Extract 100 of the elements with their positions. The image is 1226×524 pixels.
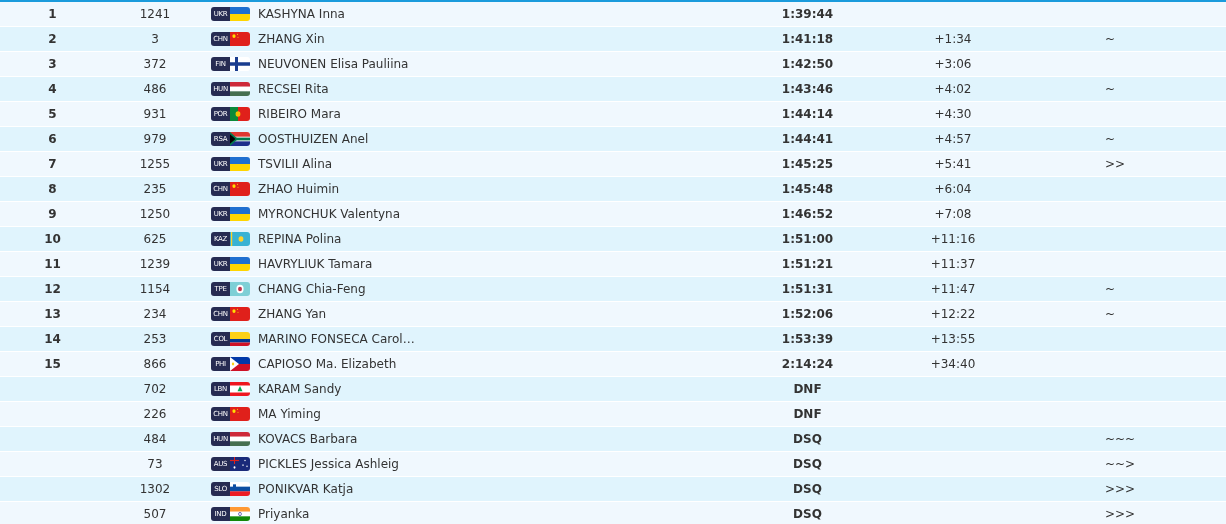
- athlete-name[interactable]: ZHANG Xin: [258, 32, 325, 46]
- bib-cell: 1239: [139, 257, 171, 271]
- shooting-cell: ~: [1105, 307, 1116, 321]
- athlete-name[interactable]: RIBEIRO Mara: [258, 107, 341, 121]
- flag-icon: [230, 432, 250, 446]
- shooting-cell: ~: [1105, 132, 1116, 146]
- flag-icon: [230, 457, 250, 471]
- flag-icon: [230, 7, 250, 21]
- rank-cell: 12: [44, 282, 61, 296]
- athlete-name[interactable]: MYRONCHUK Valentyna: [258, 207, 401, 221]
- athlete-name[interactable]: KARAM Sandy: [258, 382, 342, 396]
- behind-cell: +4:57: [934, 132, 972, 146]
- bib-cell: 3: [151, 32, 159, 46]
- shooting-cell: ~~>: [1105, 457, 1136, 471]
- behind-cell: +1:34: [934, 32, 972, 46]
- athlete-name[interactable]: ZHANG Yan: [258, 307, 327, 321]
- athlete-name[interactable]: Priyanka: [258, 507, 310, 521]
- rank-cell: 3: [48, 57, 57, 71]
- flag-icon: [230, 182, 250, 196]
- behind-cell: +11:47: [930, 282, 976, 296]
- time-cell: 1:52:06: [781, 307, 834, 321]
- bib-cell: 226: [143, 407, 167, 421]
- behind-cell: +3:06: [934, 57, 972, 71]
- rank-cell: 11: [44, 257, 61, 271]
- time-cell: 1:42:50: [781, 57, 834, 71]
- flag-icon: [230, 207, 250, 221]
- flag-icon: [230, 282, 250, 296]
- flag-icon: [230, 157, 250, 171]
- flag-icon: [230, 382, 250, 396]
- shooting-cell: ~: [1105, 32, 1116, 46]
- athlete-name[interactable]: HAVRYLIUK Tamara: [258, 257, 373, 271]
- bib-cell: 702: [143, 382, 167, 396]
- bib-cell: 979: [143, 132, 167, 146]
- time-cell: 1:51:21: [781, 257, 834, 271]
- flag-icon: [230, 132, 250, 146]
- time-cell: 1:44:14: [781, 107, 834, 121]
- rank-cell: 14: [44, 332, 61, 346]
- athlete-name[interactable]: PONIKVAR Katja: [258, 482, 354, 496]
- rank-cell: 2: [48, 32, 57, 46]
- time-cell: 1:39:44: [781, 7, 834, 21]
- bib-cell: 73: [147, 457, 163, 471]
- time-cell: 1:44:41: [781, 132, 834, 146]
- time-cell: 1:46:52: [781, 207, 834, 221]
- rank-cell: 7: [48, 157, 57, 171]
- athlete-name[interactable]: OOSTHUIZEN Anel: [258, 132, 369, 146]
- athlete-name[interactable]: NEUVONEN Elisa Pauliina: [258, 57, 409, 71]
- flag-icon: [230, 82, 250, 96]
- athlete-name[interactable]: CAPIOSO Ma. Elizabeth: [258, 357, 397, 371]
- flag-icon: [230, 107, 250, 121]
- athlete-name[interactable]: MARINO FONSECA Carol…: [258, 332, 415, 346]
- flag-icon: [230, 332, 250, 346]
- rank-cell: 4: [48, 82, 57, 96]
- bib-cell: 931: [143, 107, 167, 121]
- flag-icon: [230, 507, 250, 521]
- flag-icon: [230, 32, 250, 46]
- time-cell: 1:51:31: [781, 282, 834, 296]
- bib-cell: 866: [143, 357, 167, 371]
- rank-cell: 9: [48, 207, 57, 221]
- shooting-cell: >>>: [1105, 482, 1136, 496]
- bib-cell: 507: [143, 507, 167, 521]
- athlete-name[interactable]: KASHYNA Inna: [258, 7, 345, 21]
- behind-cell: +6:04: [934, 182, 972, 196]
- athlete-name[interactable]: MA Yiming: [258, 407, 321, 421]
- athlete-name[interactable]: CHANG Chia-Feng: [258, 282, 366, 296]
- bib-cell: 625: [143, 232, 167, 246]
- flag-icon: [230, 232, 250, 246]
- bib-cell: 1255: [139, 157, 171, 171]
- athlete-name[interactable]: KOVACS Barbara: [258, 432, 358, 446]
- rank-cell: 8: [48, 182, 57, 196]
- rank-cell: 1: [48, 7, 57, 21]
- shooting-cell: ~: [1105, 82, 1116, 96]
- athlete-name[interactable]: RECSEI Rita: [258, 82, 329, 96]
- shooting-cell: >>>: [1105, 507, 1136, 521]
- time-cell: DSQ: [793, 457, 822, 471]
- athlete-name[interactable]: REPINA Polina: [258, 232, 342, 246]
- behind-cell: +11:37: [930, 257, 976, 271]
- bib-cell: 1302: [139, 482, 171, 496]
- time-cell: DNF: [793, 382, 822, 396]
- rank-cell: 5: [48, 107, 57, 121]
- athlete-name[interactable]: TSVILII Alina: [258, 157, 333, 171]
- time-cell: 1:45:25: [781, 157, 834, 171]
- athlete-name[interactable]: PICKLES Jessica Ashleig: [258, 457, 399, 471]
- bib-cell: 1241: [139, 7, 171, 21]
- rank-cell: 6: [48, 132, 57, 146]
- time-cell: 1:51:00: [781, 232, 834, 246]
- rank-cell: 13: [44, 307, 61, 321]
- time-cell: DNF: [793, 407, 822, 421]
- rank-cell: 15: [44, 357, 61, 371]
- behind-cell: +12:22: [930, 307, 976, 321]
- shooting-cell: ~~~: [1105, 432, 1136, 446]
- bib-cell: 234: [143, 307, 167, 321]
- bib-cell: 486: [143, 82, 167, 96]
- behind-cell: +11:16: [930, 232, 976, 246]
- flag-icon: [230, 357, 250, 371]
- behind-cell: +4:02: [934, 82, 972, 96]
- behind-cell: +13:55: [930, 332, 976, 346]
- flag-icon: [230, 257, 250, 271]
- time-cell: DSQ: [793, 432, 822, 446]
- athlete-name[interactable]: ZHAO Huimin: [258, 182, 340, 196]
- time-cell: DSQ: [793, 482, 822, 496]
